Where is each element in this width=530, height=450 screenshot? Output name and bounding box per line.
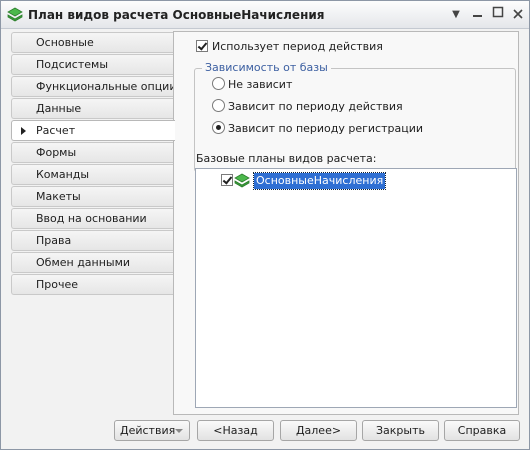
sidebar-item-label: Команды (36, 168, 90, 181)
sidebar-item-label: Права (36, 234, 72, 247)
sidebar-item-data[interactable]: Данные (11, 98, 173, 119)
dependency-group-title: Зависимость от базы (202, 61, 331, 74)
calculation-plan-icon (234, 173, 250, 189)
back-button[interactable]: <Назад (197, 420, 274, 441)
sidebar-item-label: Основные (36, 36, 94, 49)
sidebar-item-label: Подсистемы (36, 58, 109, 71)
sidebar-item-data-exchange[interactable]: Обмен данными (11, 252, 173, 273)
sidebar-item-label: Ввод на основании (36, 212, 147, 225)
sidebar-item-label: Обмен данными (36, 256, 131, 269)
calculation-plan-icon (7, 7, 23, 23)
radio-independent[interactable] (212, 77, 225, 90)
sidebar-item-label: Формы (36, 146, 77, 159)
maximize-icon[interactable] (489, 6, 507, 24)
next-button[interactable]: Далее> (280, 420, 357, 441)
dialog-window: План видов расчета ОсновныеНачисления ▼ … (0, 0, 530, 450)
sidebar-item-calculation[interactable]: Расчет (11, 120, 175, 141)
actions-label: Действия (120, 424, 176, 437)
help-button[interactable]: Справка (444, 420, 520, 441)
close-button[interactable]: Закрыть (362, 420, 439, 441)
uses-period-label[interactable]: Использует период действия (212, 40, 383, 53)
base-plans-list[interactable]: ОсновныеНачисления (195, 168, 517, 408)
sidebar-item-rights[interactable]: Права (11, 230, 173, 251)
sidebar-item-forms[interactable]: Формы (11, 142, 173, 163)
chevron-down-icon (175, 429, 183, 433)
base-plan-checkbox[interactable] (221, 174, 233, 186)
base-plan-item[interactable]: ОсновныеНачисления (252, 172, 387, 190)
sidebar-item-commands[interactable]: Команды (11, 164, 173, 185)
sidebar-item-label: Прочее (36, 278, 79, 291)
radio-by-action-period[interactable] (212, 99, 225, 112)
sidebar-item-main[interactable]: Основные (11, 32, 173, 53)
sidebar: Основные Подсистемы Функциональные опции… (11, 32, 177, 302)
radio-by-action-period-label[interactable]: Зависит по периоду действия (228, 100, 403, 113)
window-title: План видов расчета ОсновныеНачисления (28, 8, 325, 22)
window-menu-icon[interactable]: ▼ (447, 6, 465, 24)
sidebar-item-other[interactable]: Прочее (11, 274, 173, 295)
close-icon[interactable] (509, 6, 527, 24)
radio-independent-label[interactable]: Не зависит (228, 78, 292, 91)
sidebar-item-label: Макеты (36, 190, 81, 203)
base-plans-label: Базовые планы видов расчета: (196, 152, 377, 165)
sidebar-item-label: Расчет (36, 124, 76, 137)
radio-by-registration-period-label[interactable]: Зависит по периоду регистрации (228, 122, 423, 135)
sidebar-item-functional-options[interactable]: Функциональные опции (11, 76, 177, 97)
radio-by-registration-period[interactable] (212, 121, 225, 134)
title-bar[interactable]: План видов расчета ОсновныеНачисления ▼ (1, 1, 529, 29)
actions-dropdown-button[interactable]: Действия (114, 420, 190, 441)
calculation-panel: Использует период действия Зависимость о… (173, 31, 519, 415)
sidebar-item-templates[interactable]: Макеты (11, 186, 173, 207)
sidebar-item-label: Данные (36, 102, 82, 115)
active-tab-arrow-icon (21, 127, 26, 135)
sidebar-item-label: Функциональные опции (36, 80, 177, 93)
sidebar-item-input-based-on[interactable]: Ввод на основании (11, 208, 173, 229)
minimize-icon[interactable] (469, 6, 487, 24)
sidebar-item-subsystems[interactable]: Подсистемы (11, 54, 173, 75)
uses-period-checkbox[interactable] (196, 40, 208, 52)
